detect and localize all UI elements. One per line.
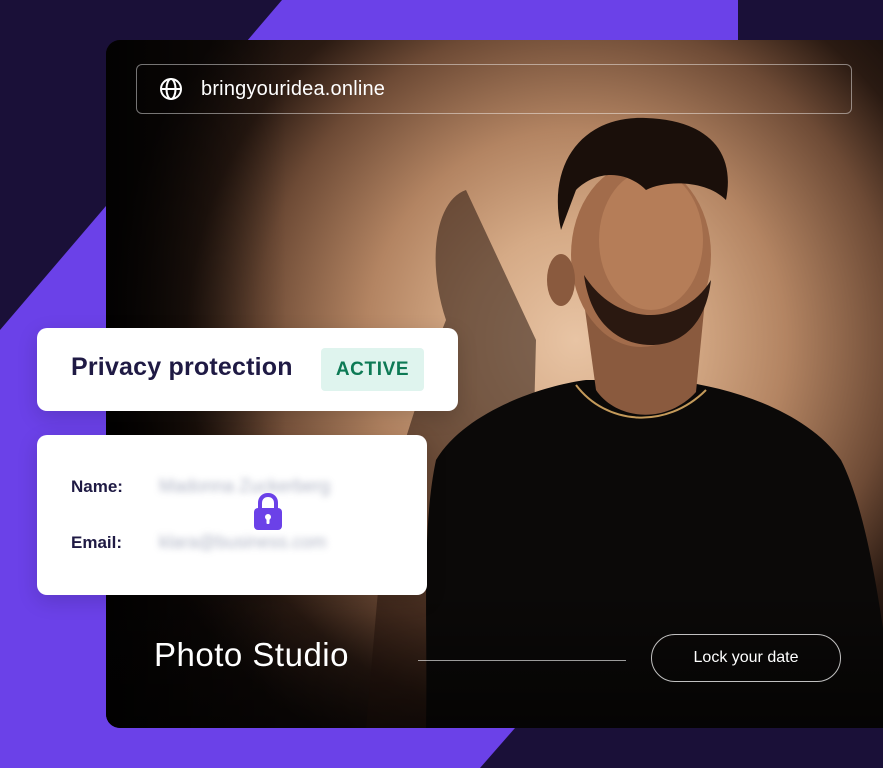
lock-your-date-button[interactable]: Lock your date [651,634,841,682]
email-label: Email: [71,533,123,552]
padlock-icon [251,492,285,532]
studio-title: Photo Studio [154,636,349,673]
globe-icon [159,77,183,101]
url-text: bringyouridea.online [201,77,386,100]
name-value-blurred: Madonna Zuckerberg [159,476,331,496]
privacy-protection-card: Privacy protection ACTIVE [37,328,458,411]
contact-details-card: Name: Madonna Zuckerberg Email: klara@bu… [37,435,427,595]
divider-line [418,660,626,661]
email-value-blurred: klara@business.com [159,532,327,552]
privacy-title: Privacy protection [71,353,293,381]
status-badge: ACTIVE [321,348,424,391]
address-bar[interactable]: bringyouridea.online [136,64,852,114]
name-label: Name: [71,477,123,496]
